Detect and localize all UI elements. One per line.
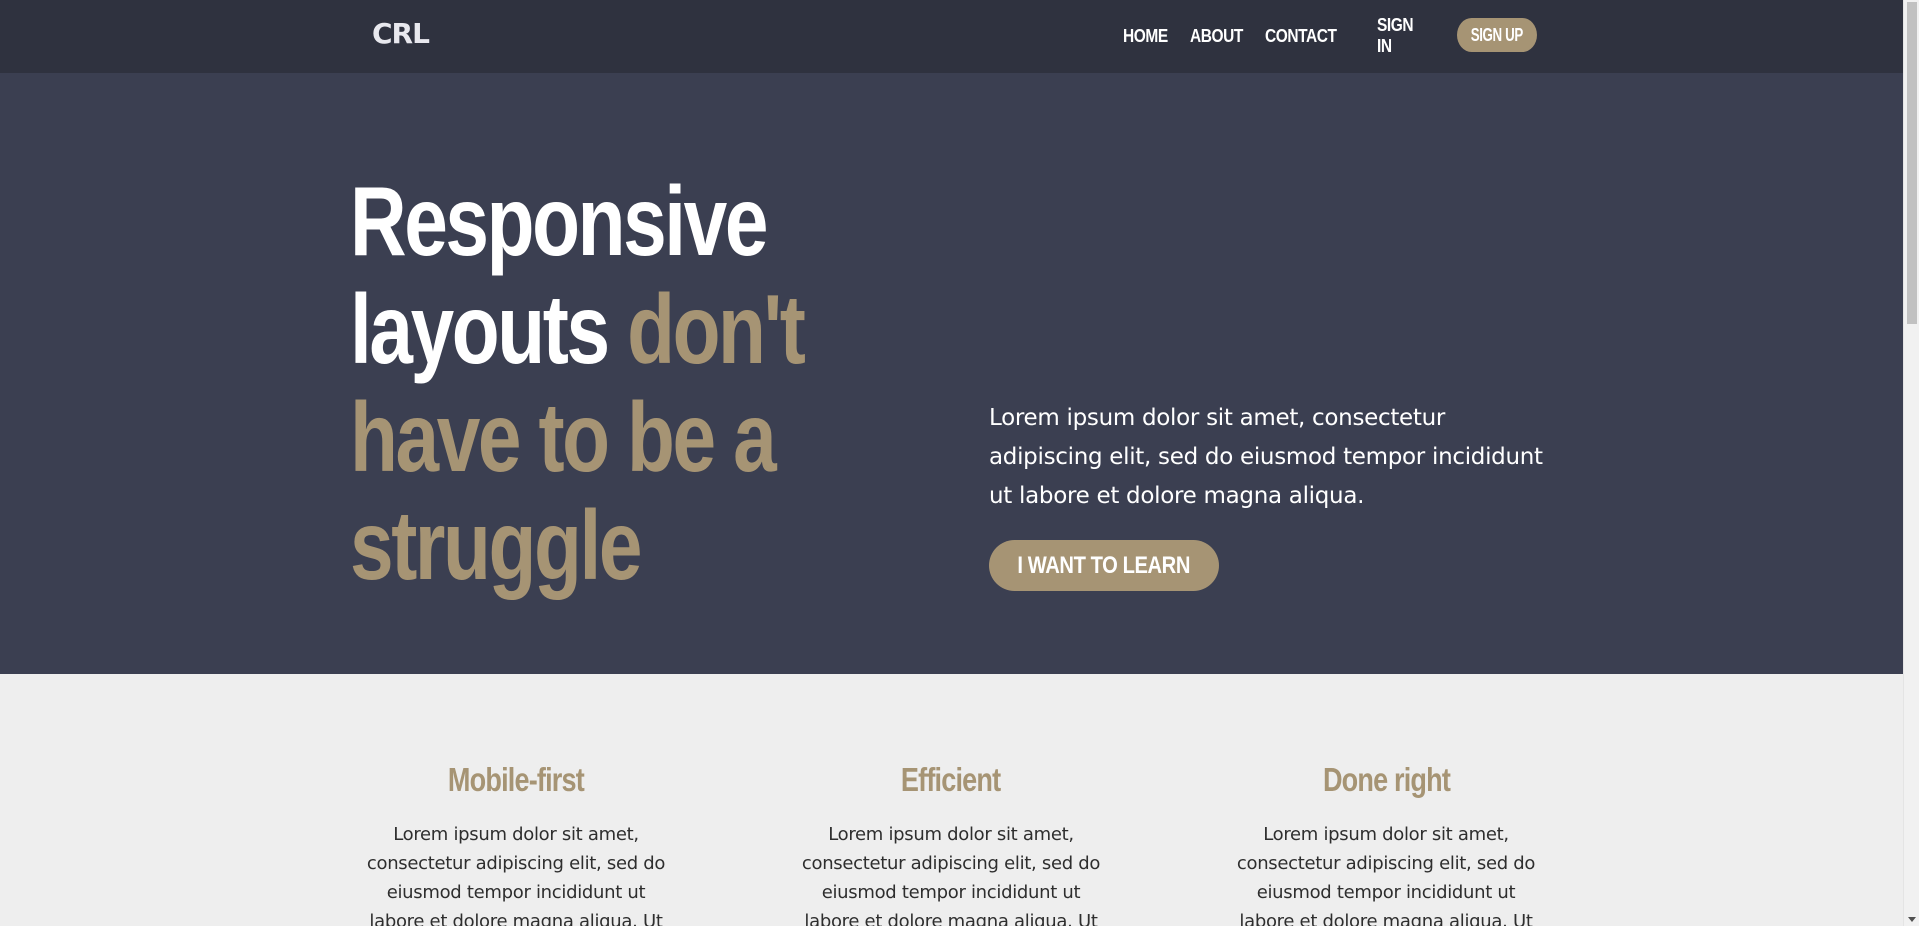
hero-description: Lorem ipsum dolor sit amet, consectetur … [989, 405, 1543, 509]
feature-title: Efficient [901, 761, 1001, 798]
hero-title: Responsive layouts don't have to be a st… [350, 167, 870, 599]
logo[interactable]: CRL [372, 14, 430, 54]
sign-in-link[interactable]: SIGN IN [1377, 15, 1414, 57]
learn-button[interactable]: I WANT TO LEARN [989, 540, 1219, 591]
feature-mobile-first: Mobile-first Lorem ipsum dolor sit amet,… [351, 760, 681, 926]
nav-about-link[interactable]: ABOUT [1190, 26, 1243, 47]
features-section: Mobile-first Lorem ipsum dolor sit amet,… [0, 674, 1903, 926]
hero-section: Responsive layouts don't have to be a st… [0, 73, 1903, 674]
scrollbar-thumb[interactable] [1907, 2, 1917, 324]
chevron-down-icon[interactable] [1908, 917, 1916, 922]
nav-contact-link[interactable]: CONTACT [1265, 26, 1337, 47]
feature-text: Lorem ipsum dolor sit amet, consectetur … [366, 824, 666, 926]
feature-title: Done right [1322, 761, 1450, 798]
nav-home-link[interactable]: HOME [1123, 26, 1168, 47]
sign-up-label: SIGN UP [1470, 24, 1524, 45]
learn-button-label: I WANT TO LEARN [1017, 551, 1191, 579]
feature-done-right: Done right Lorem ipsum dolor sit amet, c… [1221, 760, 1551, 926]
feature-title: Mobile-first [448, 761, 585, 798]
feature-efficient: Efficient Lorem ipsum dolor sit amet, co… [786, 760, 1116, 926]
site-header: CRL HOME ABOUT CONTACT SIGN IN SIGN UP [0, 0, 1903, 73]
sign-up-button[interactable]: SIGN UP [1457, 18, 1537, 52]
feature-text: Lorem ipsum dolor sit amet, consectetur … [801, 824, 1101, 926]
feature-text: Lorem ipsum dolor sit amet, consectetur … [1236, 824, 1536, 926]
vertical-scrollbar[interactable] [1903, 0, 1919, 926]
page: CRL HOME ABOUT CONTACT SIGN IN SIGN UP R… [0, 0, 1919, 926]
